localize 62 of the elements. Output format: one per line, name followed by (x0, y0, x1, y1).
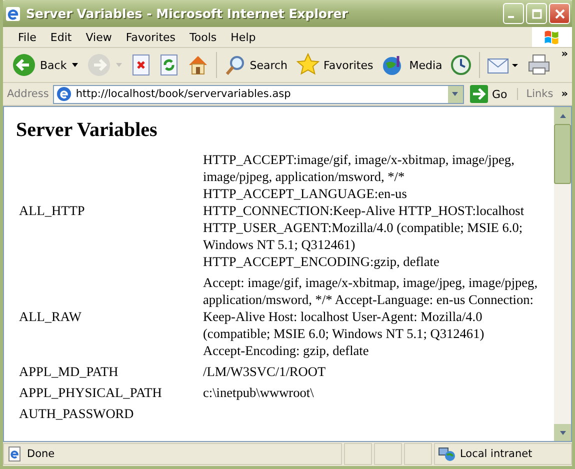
page-heading: Server Variables (16, 119, 158, 142)
network-globe-icon (438, 446, 456, 462)
search-icon (224, 54, 246, 76)
status-pane (344, 443, 372, 465)
media-button[interactable]: Media (378, 51, 446, 79)
house-icon (186, 54, 209, 76)
page-icon (7, 446, 23, 462)
variable-name: ALL_HTTP (19, 203, 85, 218)
right-arrow-icon (470, 85, 488, 103)
status-pane (374, 443, 402, 465)
variable-value: Accept: image/gif, image/x-xbitmap, image/jpeg, image/pjpeg, application/msword, */* Accept-Language: en-us Connection: Keep-Alive Host: localhost User-Agent: Mozilla/4.0 (compatible; MSIE 6.0; Windows NT 5.1; Q312461) (203, 274, 539, 342)
close-button[interactable] (549, 3, 570, 24)
minimize-button[interactable] (503, 3, 524, 24)
down-arrow-icon[interactable] (558, 428, 566, 436)
refresh-icon (158, 54, 179, 76)
star-icon (296, 53, 320, 77)
vertical-scrollbar[interactable] (554, 107, 571, 441)
windows-flag-icon (532, 27, 572, 47)
clock-icon (450, 54, 472, 76)
variable-name: ALL_RAW (19, 309, 82, 324)
status-pane (404, 443, 432, 465)
go-button[interactable]: Go (468, 85, 514, 103)
scrollbar-thumb[interactable] (554, 124, 571, 184)
back-button[interactable]: Back (9, 51, 82, 79)
close-icon (554, 8, 564, 18)
address-field[interactable]: http://localhost/book/servervariables.asp (52, 84, 464, 104)
variable-value: HTTP_ACCEPT:image/gif, image/x-xbitmap, image/jpeg, image/pjpeg, application/msword, */* (203, 151, 516, 185)
favorites-button[interactable]: Favorites (292, 51, 376, 79)
stop-icon (130, 54, 151, 76)
variable-value: Accept-Encoding: gzip, deflate (203, 342, 370, 359)
variable-value: c:\inetpub\wwwroot\ (203, 384, 315, 401)
variable-value: HTTP_ACCEPT_LANGUAGE:en-us (203, 185, 408, 202)
variable-value: HTTP_USER_AGENT:Mozilla/4.0 (compatible; MSIE 6.0; Windows NT 5.1; Q312461) (203, 219, 524, 253)
menu-item[interactable]: View (78, 30, 119, 44)
up-arrow-icon[interactable] (558, 112, 566, 120)
security-zone: Local intranet (460, 448, 532, 460)
menu-item[interactable]: Favorites (118, 30, 183, 44)
variable-name: AUTH_PASSWORD (19, 406, 134, 421)
status-text: Done (27, 448, 55, 460)
menu-item[interactable]: Edit (43, 30, 79, 44)
minimize-icon (508, 16, 514, 18)
maximize-icon (532, 8, 542, 18)
caret-icon (70, 61, 79, 69)
links-button[interactable]: Links (517, 88, 558, 100)
maximize-button[interactable] (526, 3, 547, 24)
e-logo-icon (5, 6, 21, 22)
page-icon (56, 86, 72, 102)
menu-item[interactable]: Help (224, 30, 263, 44)
printer-icon (527, 54, 552, 76)
window-title: Server Variables - Microsoft Internet Explorer (26, 6, 349, 21)
variable-name: APPL_MD_PATH (19, 364, 118, 379)
variable-value: HTTP_CONNECTION:Keep-Alive HTTP_HOST:localhost (203, 202, 526, 219)
caret-icon (114, 61, 123, 69)
search-button[interactable]: Search (220, 52, 291, 78)
address-label: Address (7, 88, 49, 100)
menu-item[interactable]: Tools (182, 30, 224, 44)
toolbar-more-button[interactable]: » (561, 48, 572, 60)
menu-item[interactable]: File (11, 30, 44, 44)
variable-name: APPL_PHYSICAL_PATH (19, 385, 162, 400)
links-more-button[interactable]: » (561, 88, 572, 100)
variable-value: HTTP_ACCEPT_ENCODING:gzip, deflate (203, 253, 440, 270)
variable-value: /LM/W3SVC/1/ROOT (203, 363, 327, 380)
